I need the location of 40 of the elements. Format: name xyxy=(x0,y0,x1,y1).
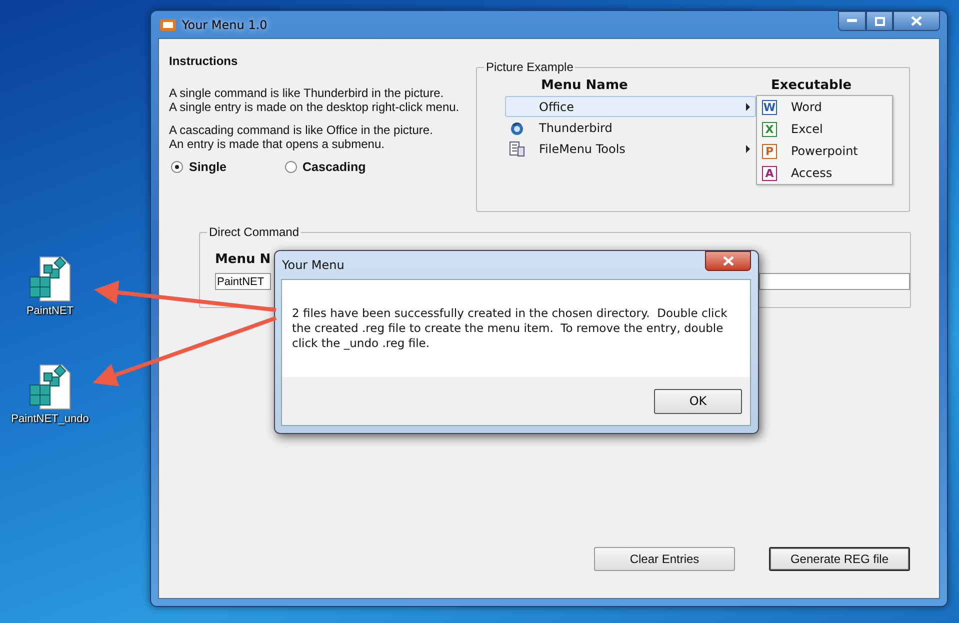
maximize-icon[interactable] xyxy=(866,11,893,31)
group-title: Picture Example xyxy=(485,60,574,74)
submenu-item[interactable]: A Access xyxy=(757,162,892,184)
window-title: Your Menu 1.0 xyxy=(182,18,268,32)
minimize-icon[interactable] xyxy=(838,11,866,31)
app-icon: W xyxy=(762,100,777,114)
submenu-item[interactable]: W Word xyxy=(757,96,892,118)
close-icon[interactable] xyxy=(705,251,751,271)
ok-button[interactable]: OK xyxy=(654,388,742,414)
desktop-icon-label[interactable]: PaintNET_undo xyxy=(11,413,89,425)
menu-item[interactable]: Office xyxy=(505,96,756,117)
generate-reg-button[interactable]: Generate REG file xyxy=(769,547,910,571)
app-icon: A xyxy=(762,166,777,180)
submenu-item[interactable]: P Powerpoint xyxy=(757,140,892,162)
desktop-icon-label[interactable]: PaintNET xyxy=(26,305,74,317)
column-header: Executable xyxy=(770,76,853,94)
app-icon: X xyxy=(762,122,777,136)
dialog-title: Your Menu xyxy=(282,258,344,272)
menu-name-field[interactable]: PaintNET xyxy=(215,273,271,290)
instructions-heading: Instructions xyxy=(169,54,239,68)
input-field[interactable] xyxy=(759,273,910,290)
app-icon: P xyxy=(762,144,777,158)
instruction-text: A single command is like Thunderbird in the picture. xyxy=(169,86,445,100)
instruction-text: An entry is made that opens a submenu. xyxy=(169,137,386,151)
dialog-message: 2 files have been successfully created in the chosen directory. Double click the created .reg file to create the menu item. To remove the entry, double click the _undo .reg file. xyxy=(282,280,750,377)
instruction-text: A cascading command is like Office in the picture. xyxy=(169,123,434,137)
radio-button[interactable]: Cascading xyxy=(284,160,366,174)
radio-button[interactable]: Single xyxy=(171,160,227,174)
group-title: Direct Command xyxy=(208,225,300,239)
field-label: Menu N xyxy=(215,252,271,267)
column-header: Menu Name xyxy=(540,76,629,94)
close-icon[interactable] xyxy=(893,11,940,31)
submenu-item[interactable]: X Excel xyxy=(757,118,892,140)
instruction-text: A single entry is made on the desktop right-click menu. xyxy=(169,100,460,114)
menu-item[interactable]: Thunderbird xyxy=(505,117,756,138)
menu-item[interactable]: FileMenu Tools xyxy=(505,138,756,159)
document-icon xyxy=(509,140,525,156)
clear-entries-button[interactable]: Clear Entries xyxy=(594,547,735,571)
bird-globe-icon xyxy=(509,120,525,136)
app-logo-icon xyxy=(160,18,176,30)
